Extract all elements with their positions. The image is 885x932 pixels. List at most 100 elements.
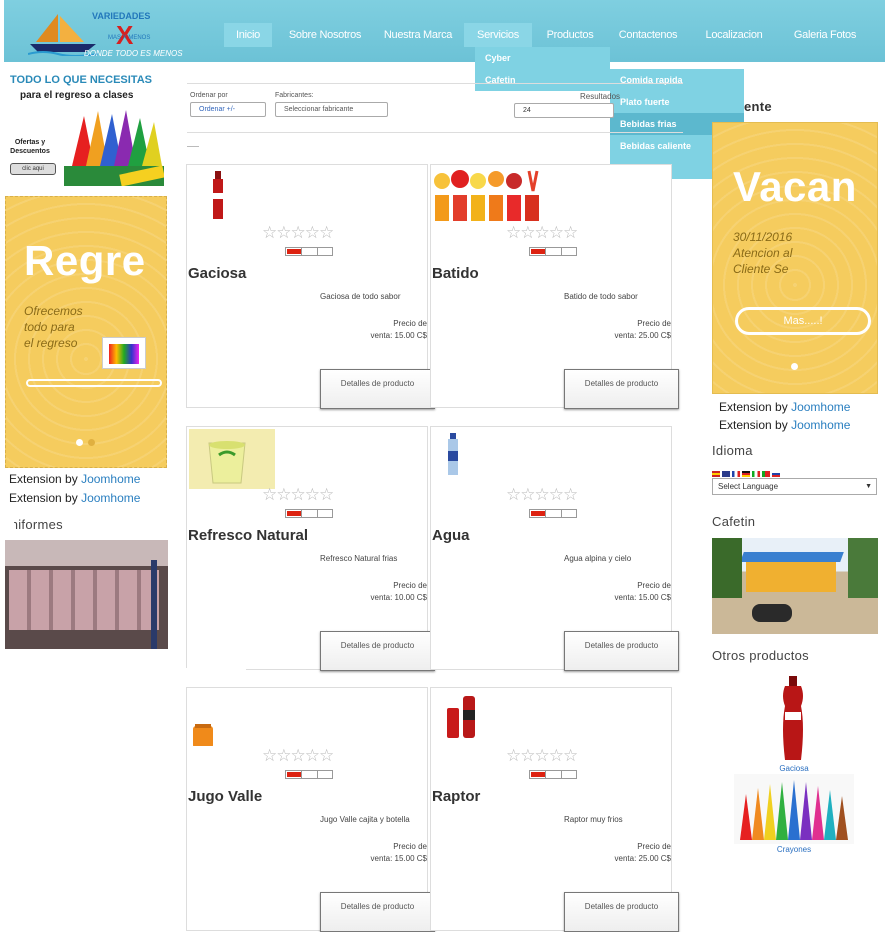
nav-productos[interactable]: Productos (538, 23, 602, 47)
back-to-school-ad[interactable]: TODO LO QUE NECESITAS para el regreso a … (4, 70, 168, 186)
ext-text: Extension by (719, 400, 788, 414)
product-details-button[interactable]: Detalles de producto (320, 631, 435, 671)
partial-section-title: ente (744, 99, 772, 114)
flag-de-icon[interactable] (742, 471, 750, 477)
right-slider-text1: Atencion al (733, 246, 793, 260)
left-slider[interactable]: Regre Ofrecemos todo para el regreso (5, 196, 167, 468)
product-card: ☆☆☆☆☆ Batido Batido de todo sabor Precio… (430, 164, 679, 409)
rating-stars[interactable]: ☆☆☆☆☆ (262, 223, 334, 243)
language-select-value: Select Language (718, 482, 779, 491)
rating-stars[interactable]: ☆☆☆☆☆ (506, 485, 578, 505)
rating-bar (285, 770, 333, 779)
maker-label: Fabricantes: (275, 92, 314, 99)
cafetin-title: Cafetin (712, 514, 756, 529)
price-label: Precio de (637, 842, 671, 851)
flag-pt-icon[interactable] (762, 471, 770, 477)
slider-dot[interactable] (76, 439, 83, 446)
water-bottle-image (448, 433, 458, 475)
language-flags[interactable] (712, 464, 782, 477)
left-slider-title: Regre (24, 237, 146, 284)
left-slider-text2: todo para (24, 320, 75, 334)
product-details-button[interactable]: Detalles de producto (320, 369, 435, 409)
rating-stars[interactable]: ☆☆☆☆☆ (262, 746, 334, 766)
nav-localizacion[interactable]: Localizacion (694, 23, 774, 47)
otros-productos-title: Otros productos (712, 648, 809, 663)
product-card: ☆☆☆☆☆ Agua Agua alpina y cielo Precio de… (430, 426, 679, 671)
extension-credit: Extension by Joomhome (9, 491, 140, 505)
flag-es-icon[interactable] (712, 471, 720, 477)
flag-fr-icon[interactable] (732, 471, 740, 477)
product-name[interactable]: Raptor (432, 788, 480, 805)
product-filters: Ordenar por Ordenar +/- Fabricantes: Sel… (187, 83, 683, 133)
nav-galeria-fotos[interactable]: Galeria Fotos (780, 23, 870, 47)
product-card: ☆☆☆☆☆ Gaciosa Gaciosa de todo sabor Prec… (186, 164, 435, 409)
site-header: VARIEDADES X MAS X MENOS DONDE TODO ES M… (4, 0, 885, 62)
rating-stars[interactable]: ☆☆☆☆☆ (506, 746, 578, 766)
menu-item-cyber[interactable]: Cyber (475, 47, 610, 69)
nav-sobre-nosotros[interactable]: Sobre Nosotros (280, 23, 370, 47)
extension-credit: Extension by Joomhome (719, 400, 850, 414)
nav-nuestra-marca[interactable]: Nuestra Marca (376, 23, 460, 47)
mas-button[interactable]: Mas.....! (735, 307, 871, 335)
flag-en-icon[interactable] (722, 471, 730, 477)
gaciosa-thumbnail[interactable] (778, 674, 808, 762)
product-name[interactable]: Gaciosa (188, 265, 246, 282)
site-logo[interactable]: VARIEDADES X MAS X MENOS DONDE TODO ES M… (28, 8, 198, 60)
joomhome-link[interactable]: Joomhome (81, 472, 140, 486)
uniformes-image[interactable] (5, 540, 168, 649)
product-desc: Jugo Valle cajita y botella (320, 815, 410, 824)
ext-text: Extension by (9, 472, 78, 486)
price-value: venta: 10.00 C$ (370, 593, 427, 602)
ad-click-button[interactable]: clic aqui (10, 163, 56, 175)
crayons-image (64, 110, 164, 186)
order-select[interactable]: Ordenar +/- (190, 102, 266, 117)
right-slider-text2: Cliente Se (733, 262, 789, 276)
ad-offers: Ofertas y Descuentos (10, 139, 50, 155)
ad-headline: TODO LO QUE NECESITAS (10, 74, 152, 86)
order-label: Ordenar por (190, 92, 228, 99)
otros-item-crayones[interactable]: Crayones (754, 845, 834, 854)
product-name[interactable]: Agua (432, 527, 470, 544)
right-slider-date: 30/11/2016 (733, 230, 793, 244)
product-details-button[interactable]: Detalles de producto (564, 631, 679, 671)
nav-contactenos[interactable]: Contactenos (608, 23, 688, 47)
rating-bar (529, 509, 577, 518)
product-card: ☆☆☆☆☆ Jugo Valle Jugo Valle cajita y bot… (186, 687, 435, 932)
logo-slogan: DONDE TODO ES MENOS (84, 49, 183, 58)
product-name[interactable]: Jugo Valle (188, 788, 262, 805)
flag-ru-icon[interactable] (772, 471, 780, 477)
left-slider-text1: Ofrecemos (24, 304, 83, 318)
joomhome-link[interactable]: Joomhome (791, 418, 850, 432)
flag-it-icon[interactable] (752, 471, 760, 477)
product-card: ☆☆☆☆☆ Refresco Natural Refresco Natural … (186, 426, 435, 671)
ad-subheadline: para el regreso a clases (20, 90, 134, 101)
slider-dot[interactable] (791, 363, 798, 370)
right-slider[interactable]: Vacan 30/11/2016 Atencion al Cliente Se … (712, 122, 878, 394)
price-label: Precio de (393, 319, 427, 328)
otros-item-gaciosa[interactable]: Gaciosa (754, 764, 834, 773)
product-name[interactable]: Batido (432, 265, 479, 282)
product-details-button[interactable]: Detalles de producto (320, 892, 435, 932)
cafetin-image[interactable] (712, 538, 878, 634)
results-label: Resultados (580, 92, 621, 101)
rating-stars[interactable]: ☆☆☆☆☆ (506, 223, 578, 243)
price-label: Precio de (637, 319, 671, 328)
results-select[interactable]: 24 (514, 103, 614, 118)
joomhome-link[interactable]: Joomhome (791, 400, 850, 414)
product-name[interactable]: Refresco Natural (188, 527, 308, 544)
language-select[interactable]: Select Language ▼ (712, 478, 877, 495)
idioma-title: Idioma (712, 443, 753, 458)
rating-stars[interactable]: ☆☆☆☆☆ (262, 485, 334, 505)
product-details-button[interactable]: Detalles de producto (564, 369, 679, 409)
price-value: venta: 25.00 C$ (614, 854, 671, 863)
maker-select[interactable]: Seleccionar fabricante (275, 102, 388, 117)
crayones-thumbnail[interactable] (734, 774, 854, 844)
price-label: Precio de (637, 581, 671, 590)
ext-text: Extension by (719, 418, 788, 432)
chevron-down-icon: ▼ (865, 483, 872, 490)
nav-inicio[interactable]: Inicio (224, 23, 272, 47)
joomhome-link[interactable]: Joomhome (81, 491, 140, 505)
product-details-button[interactable]: Detalles de producto (564, 892, 679, 932)
slider-dot-active[interactable] (88, 439, 95, 446)
nav-servicios[interactable]: Servicios (464, 23, 532, 47)
